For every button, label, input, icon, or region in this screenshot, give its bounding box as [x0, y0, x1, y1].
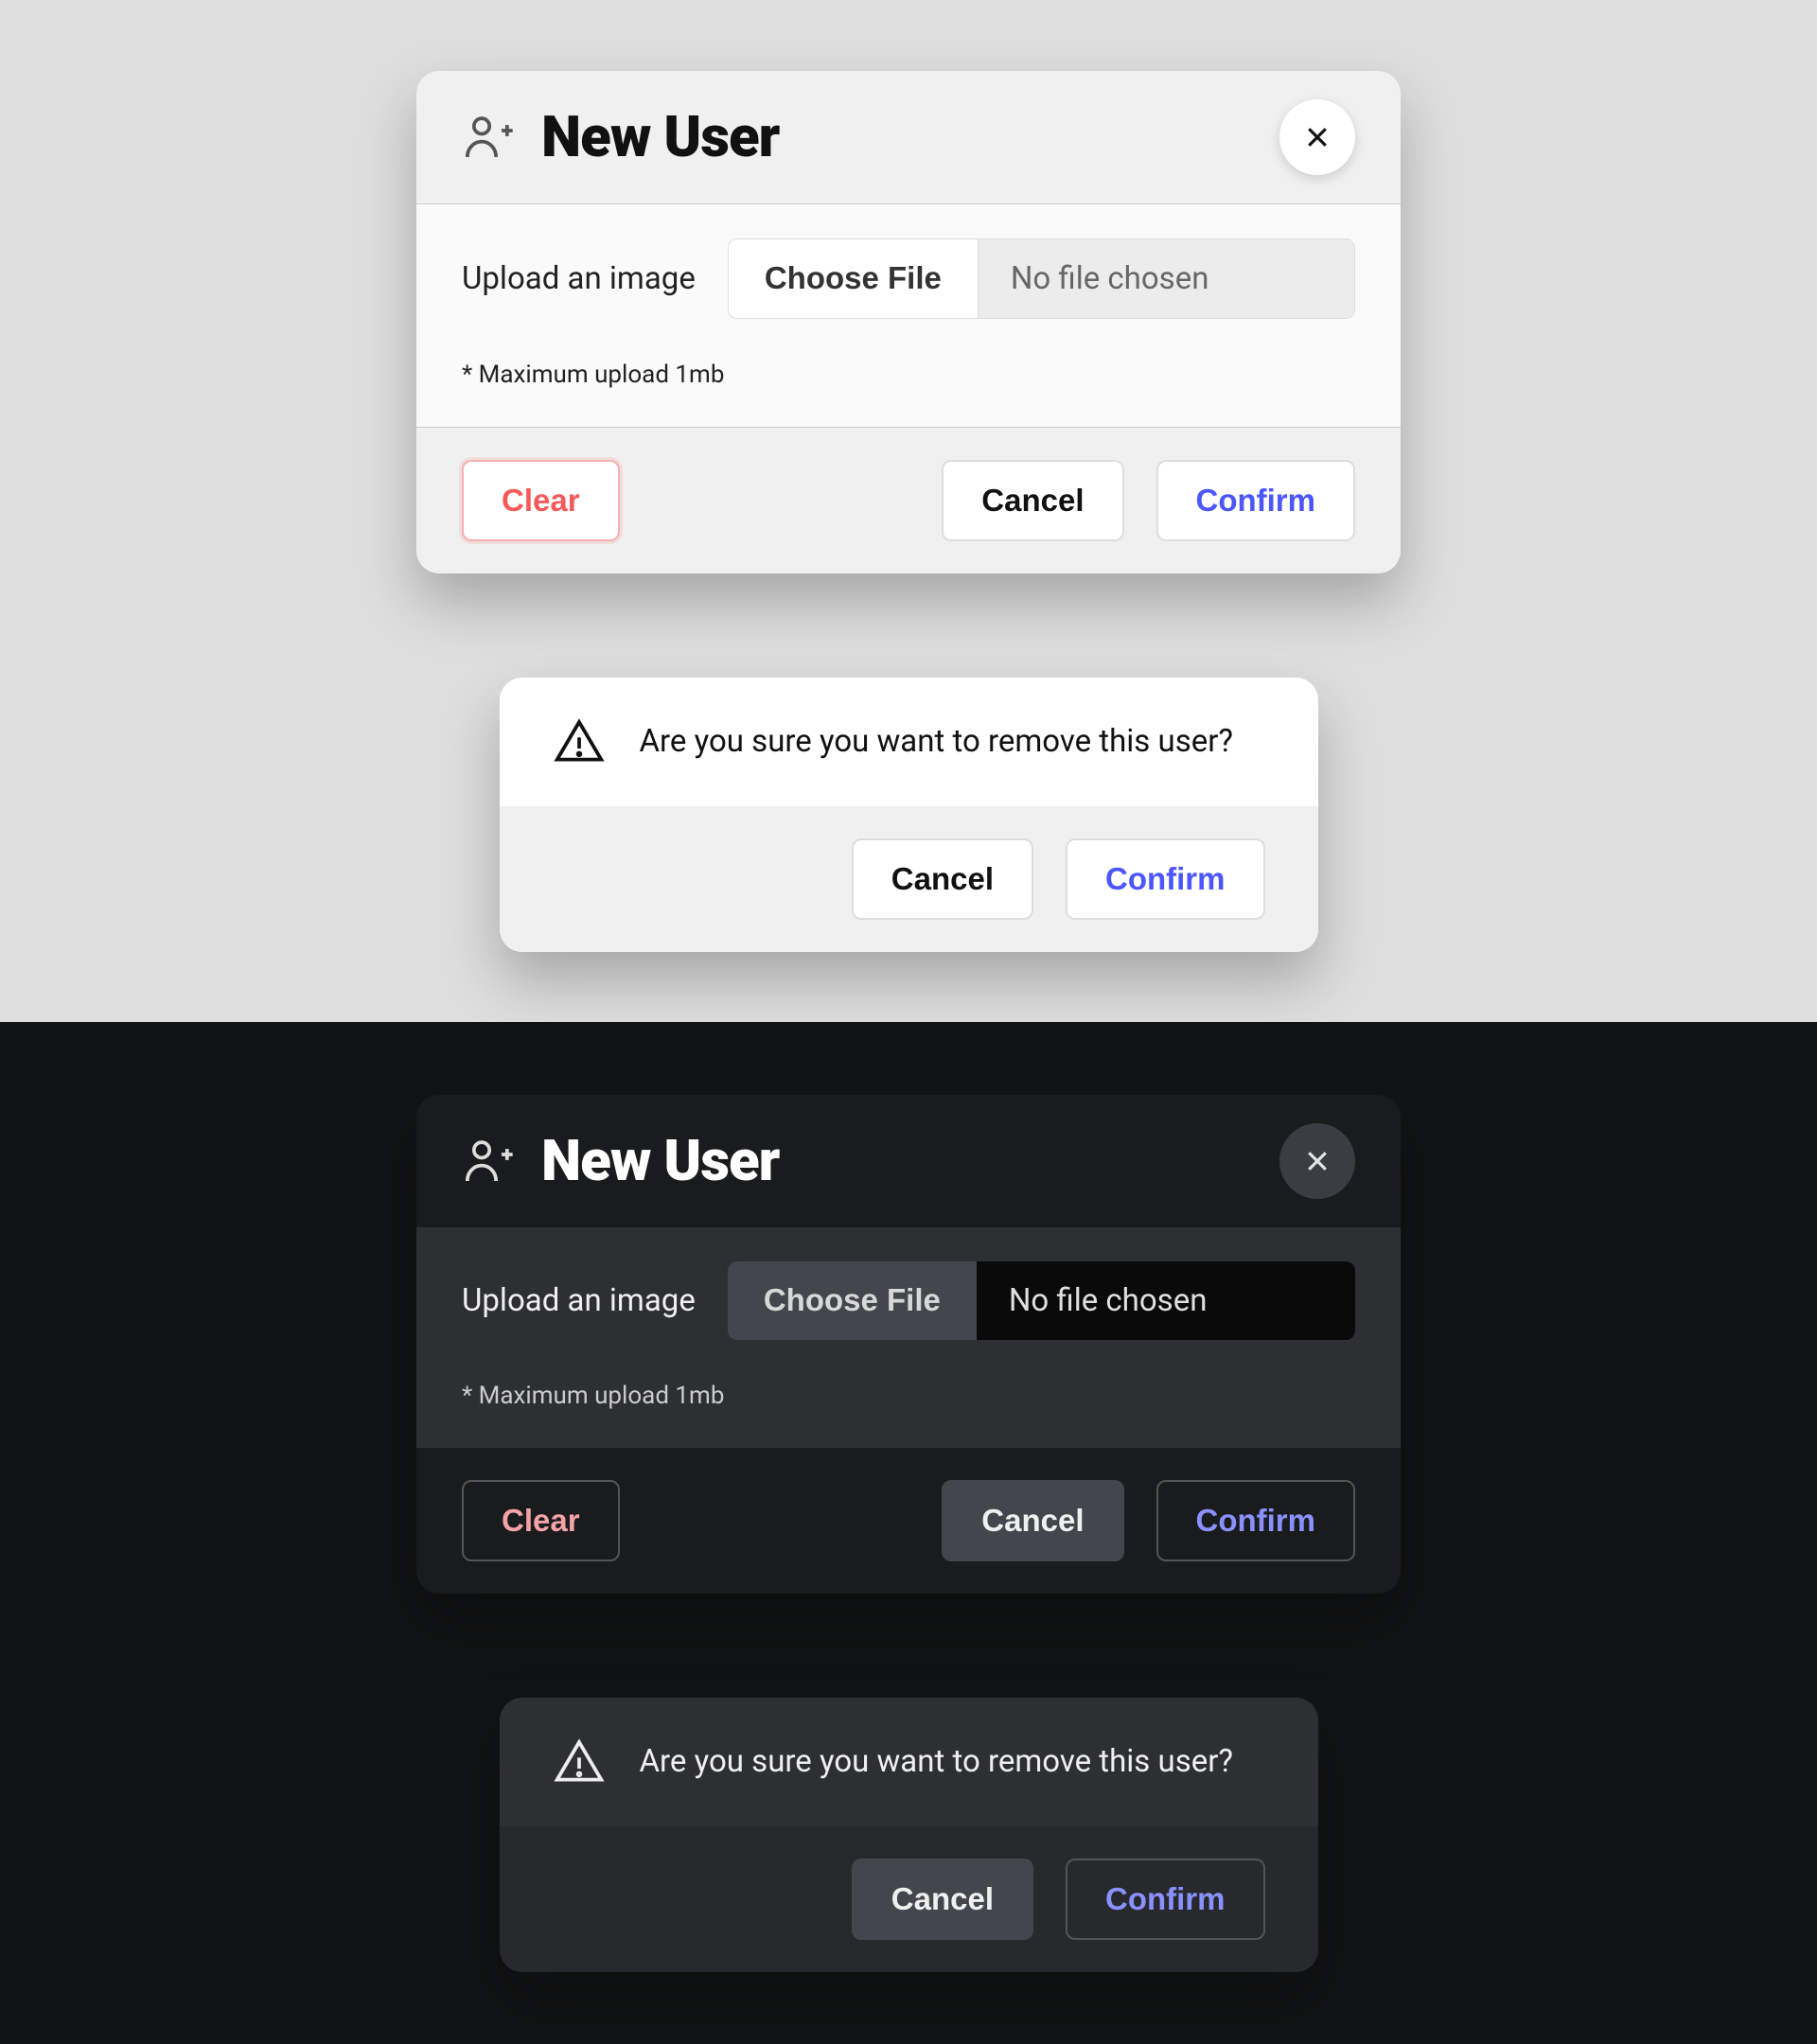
clear-button[interactable]: Clear	[462, 1480, 620, 1561]
header-title-group: New User	[462, 1127, 779, 1194]
close-icon	[1303, 123, 1332, 151]
header-title-group: New User	[462, 103, 779, 170]
dialog-footer: Clear Cancel Confirm	[416, 428, 1401, 573]
confirm-button[interactable]: Confirm	[1156, 460, 1356, 541]
dialog-header: New User	[416, 1095, 1401, 1227]
confirm-body: Are you sure you want to remove this use…	[500, 1698, 1318, 1826]
file-picker: Choose File No file chosen	[728, 1261, 1355, 1340]
warning-icon	[553, 1736, 606, 1788]
new-user-dialog: New User Upload an image Choose File No …	[416, 71, 1401, 573]
confirm-footer: Cancel Confirm	[500, 806, 1318, 952]
dialog-body: Upload an image Choose File No file chos…	[416, 204, 1401, 428]
confirm-button[interactable]: Confirm	[1066, 1859, 1265, 1940]
remove-user-dialog: Are you sure you want to remove this use…	[500, 1698, 1318, 1972]
file-status: No file chosen	[977, 1261, 1355, 1340]
confirm-message: Are you sure you want to remove this use…	[640, 1743, 1234, 1780]
cancel-button[interactable]: Cancel	[852, 1859, 1033, 1940]
dialog-title: New User	[541, 103, 779, 170]
cancel-button[interactable]: Cancel	[852, 838, 1033, 920]
file-picker: Choose File No file chosen	[728, 238, 1355, 319]
confirm-footer: Cancel Confirm	[500, 1826, 1318, 1972]
upload-label: Upload an image	[462, 260, 696, 297]
upload-row: Upload an image Choose File No file chos…	[462, 238, 1355, 319]
dialog-header: New User	[416, 71, 1401, 204]
upload-hint: * Maximum upload 1mb	[462, 1382, 1355, 1410]
close-button[interactable]	[1279, 1123, 1355, 1199]
confirm-button[interactable]: Confirm	[1156, 1480, 1356, 1561]
dark-theme-section: New User Upload an image Choose File No …	[0, 1022, 1817, 2044]
confirm-body: Are you sure you want to remove this use…	[500, 678, 1318, 806]
confirm-button[interactable]: Confirm	[1066, 838, 1265, 920]
upload-hint: * Maximum upload 1mb	[462, 361, 1355, 389]
dialog-title: New User	[541, 1127, 779, 1194]
add-user-icon	[462, 1135, 515, 1188]
footer-actions: Cancel Confirm	[942, 460, 1355, 541]
upload-label: Upload an image	[462, 1282, 696, 1319]
warning-icon	[553, 715, 606, 768]
footer-actions: Cancel Confirm	[942, 1480, 1355, 1561]
dialog-footer: Clear Cancel Confirm	[416, 1448, 1401, 1594]
choose-file-button[interactable]: Choose File	[728, 1261, 977, 1340]
dialog-body: Upload an image Choose File No file chos…	[416, 1227, 1401, 1448]
close-icon	[1303, 1147, 1332, 1175]
cancel-button[interactable]: Cancel	[942, 1480, 1123, 1561]
clear-button[interactable]: Clear	[462, 460, 620, 541]
light-theme-section: New User Upload an image Choose File No …	[0, 0, 1817, 1022]
choose-file-button[interactable]: Choose File	[729, 239, 979, 318]
add-user-icon	[462, 111, 515, 164]
upload-row: Upload an image Choose File No file chos…	[462, 1261, 1355, 1340]
close-button[interactable]	[1279, 99, 1355, 175]
cancel-button[interactable]: Cancel	[942, 460, 1123, 541]
new-user-dialog: New User Upload an image Choose File No …	[416, 1095, 1401, 1594]
confirm-message: Are you sure you want to remove this use…	[640, 723, 1234, 760]
remove-user-dialog: Are you sure you want to remove this use…	[500, 678, 1318, 952]
file-status: No file chosen	[979, 239, 1354, 318]
